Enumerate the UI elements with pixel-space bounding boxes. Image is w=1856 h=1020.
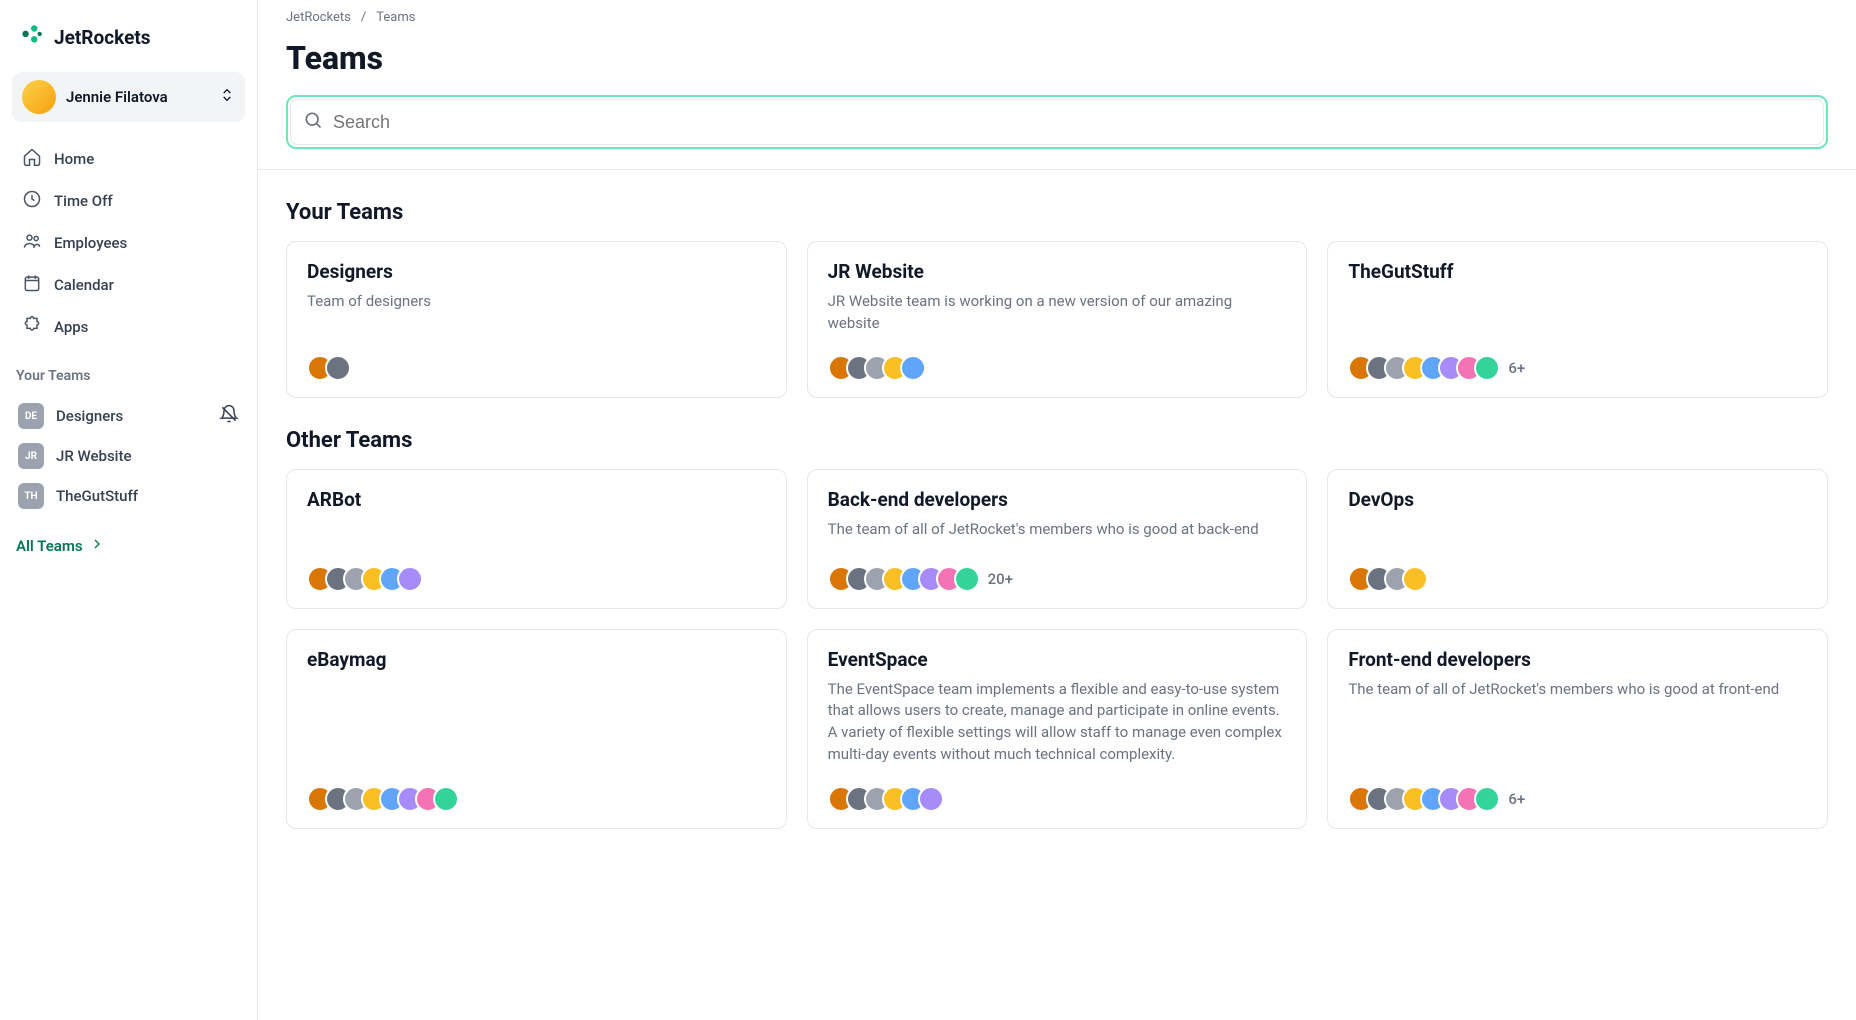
card-description: JR Website team is working on a new vers…	[828, 291, 1287, 335]
breadcrumb-item[interactable]: JetRockets	[286, 10, 351, 25]
sidebar-team-thegutstuff[interactable]: TH TheGutStuff	[12, 476, 245, 516]
breadcrumb-item[interactable]: Teams	[376, 10, 415, 25]
card-title: EventSpace	[828, 648, 928, 671]
team-card-jr-website[interactable]: JR Website JR Website team is working on …	[807, 241, 1308, 398]
team-card-eventspace[interactable]: EventSpace The EventSpace team implements…	[807, 629, 1308, 829]
team-label: Designers	[56, 407, 123, 425]
avatar-row	[828, 343, 1287, 381]
card-description: Team of designers	[307, 291, 766, 313]
avatar-overflow-count: 6+	[1508, 359, 1525, 377]
your-teams-grid: DesignersTeam of designersJR WebsiteJR W…	[286, 241, 1828, 398]
nav-item-apps[interactable]: Apps	[12, 306, 245, 348]
team-card-arbot[interactable]: ARBot	[286, 469, 787, 609]
team-card-thegutstuff[interactable]: TheGutStuff 6+	[1327, 241, 1828, 398]
calendar-icon	[22, 273, 42, 297]
brand-name: JetRockets	[54, 26, 151, 49]
brand[interactable]: JetRockets	[12, 18, 245, 62]
card-title: TheGutStuff	[1348, 260, 1453, 283]
search-field-wrap	[286, 95, 1828, 149]
other-teams-grid: ARBot Back-end developers The team of all …	[286, 469, 1828, 829]
card-title: Back-end developers	[828, 488, 1008, 511]
avatar-row	[1348, 554, 1807, 592]
avatar	[397, 566, 423, 592]
team-card-devops[interactable]: DevOps	[1327, 469, 1828, 609]
user-switcher[interactable]: Jennie Filatova	[12, 72, 245, 122]
nav-item-home[interactable]: Home	[12, 138, 245, 180]
card-description: The team of all of JetRocket's members w…	[828, 519, 1287, 541]
sidebar-team-designers[interactable]: DE Designers	[12, 396, 245, 436]
all-teams-label: All Teams	[16, 537, 83, 555]
puzzle-icon	[22, 315, 42, 339]
card-title: Designers	[307, 260, 393, 283]
team-card-designers[interactable]: Designers Team of designers	[286, 241, 787, 398]
card-title: DevOps	[1348, 488, 1414, 511]
avatar	[22, 80, 56, 114]
nav-label: Employees	[54, 234, 127, 252]
nav-label: Calendar	[54, 276, 114, 294]
team-label: TheGutStuff	[56, 487, 138, 505]
nav-item-employees[interactable]: Employees	[12, 222, 245, 264]
card-title: eBaymag	[307, 648, 386, 671]
card-title: JR Website	[828, 260, 924, 283]
sidebar: JetRockets Jennie Filatova Home Time Off E…	[0, 0, 258, 1020]
card-description: The team of all of JetRocket's members w…	[1348, 679, 1807, 701]
main-content: JetRockets / Teams Teams Your Teams Desi…	[258, 0, 1856, 1020]
page-title: Teams	[286, 39, 1828, 77]
card-title: ARBot	[307, 488, 361, 511]
avatar	[325, 355, 351, 381]
bell-off-icon	[219, 404, 239, 428]
section-heading-other-teams: Other Teams	[286, 428, 1828, 453]
search-input[interactable]	[333, 112, 1811, 133]
all-teams-link[interactable]: All Teams	[12, 522, 245, 570]
breadcrumb: JetRockets / Teams	[286, 4, 1828, 29]
avatar-row: 6+	[1348, 774, 1807, 812]
sidebar-team-jr-website[interactable]: JR JR Website	[12, 436, 245, 476]
card-description: The EventSpace team implements a flexibl…	[828, 679, 1287, 766]
avatar	[954, 566, 980, 592]
sidebar-section-label: Your Teams	[12, 354, 245, 390]
clock-icon	[22, 189, 42, 213]
avatar-row	[307, 343, 766, 381]
search-icon	[303, 110, 323, 134]
chevron-up-down-icon	[219, 87, 235, 107]
avatar	[1474, 355, 1500, 381]
avatar-row: 6+	[1348, 343, 1807, 381]
divider	[258, 169, 1856, 170]
avatar-row	[307, 774, 766, 812]
team-abbr-badge: DE	[18, 403, 44, 429]
nav-item-calendar[interactable]: Calendar	[12, 264, 245, 306]
avatar	[918, 786, 944, 812]
avatar-row: 20+	[828, 554, 1287, 592]
nav-label: Apps	[54, 318, 88, 336]
home-icon	[22, 147, 42, 171]
avatar-overflow-count: 6+	[1508, 790, 1525, 808]
avatar	[433, 786, 459, 812]
team-card-ebaymag[interactable]: eBaymag	[286, 629, 787, 829]
nav-item-time-off[interactable]: Time Off	[12, 180, 245, 222]
nav-label: Home	[54, 150, 94, 168]
user-name: Jennie Filatova	[66, 88, 209, 106]
avatar	[1474, 786, 1500, 812]
nav-label: Time Off	[54, 192, 113, 210]
card-title: Front-end developers	[1348, 648, 1531, 671]
team-abbr-badge: TH	[18, 483, 44, 509]
team-abbr-badge: JR	[18, 443, 44, 469]
avatar	[900, 355, 926, 381]
team-card-back-end-developers[interactable]: Back-end developers The team of all of Je…	[807, 469, 1308, 609]
section-heading-your-teams: Your Teams	[286, 200, 1828, 225]
avatar	[1402, 566, 1428, 592]
breadcrumb-sep: /	[361, 10, 366, 25]
avatar-row	[828, 774, 1287, 812]
people-icon	[22, 231, 42, 255]
avatar-overflow-count: 20+	[988, 570, 1013, 588]
team-card-front-end-developers[interactable]: Front-end developers The team of all of J…	[1327, 629, 1828, 829]
avatar-row	[307, 554, 766, 592]
chevron-right-icon	[89, 536, 105, 556]
team-label: JR Website	[56, 447, 132, 465]
brand-logo-icon	[18, 22, 44, 52]
